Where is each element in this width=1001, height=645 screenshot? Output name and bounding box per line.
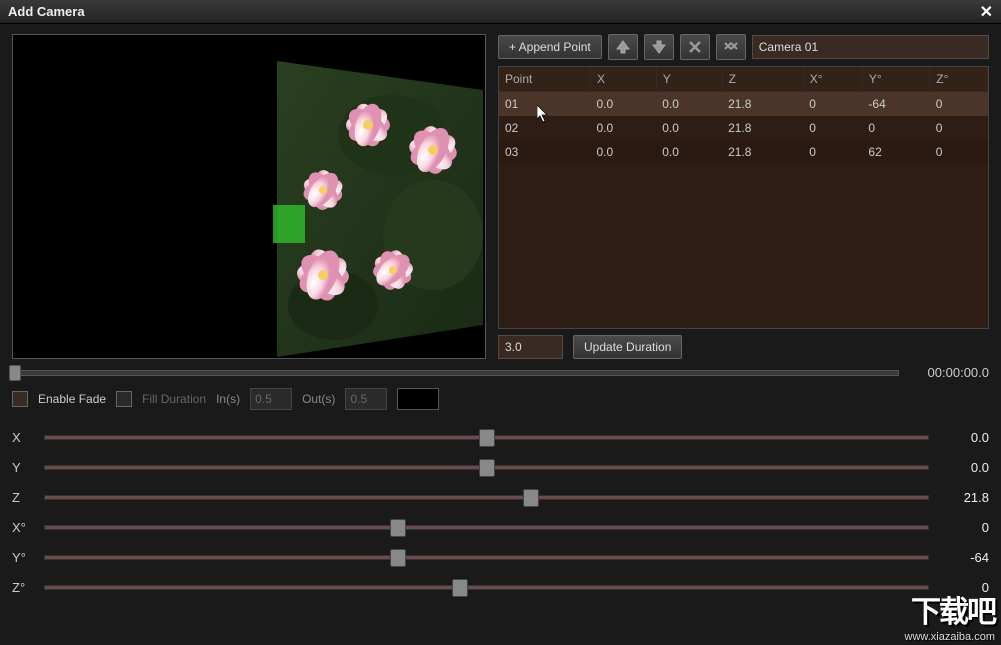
slider-thumb[interactable]	[452, 579, 468, 597]
fade-in-label: In(s)	[216, 392, 240, 406]
fill-duration-label: Fill Duration	[142, 392, 206, 406]
slider-value: 0.0	[941, 430, 989, 445]
table-cell: 0.0	[590, 116, 656, 140]
enable-fade-label: Enable Fade	[38, 392, 106, 406]
table-cell: 21.8	[722, 92, 803, 117]
title-bar: Add Camera ✕	[0, 0, 1001, 24]
timeline-slider[interactable]	[12, 370, 899, 376]
table-cell: 21.8	[722, 140, 803, 164]
points-table[interactable]: PointXYZX°Y°Z° 010.00.021.80-640020.00.0…	[498, 66, 989, 329]
fade-out-label: Out(s)	[302, 392, 335, 406]
slider-X[interactable]	[44, 435, 929, 440]
column-header[interactable]: Y°	[862, 67, 929, 92]
table-cell: 21.8	[722, 116, 803, 140]
table-cell: 0.0	[590, 92, 656, 117]
table-cell: 0	[803, 92, 862, 117]
slider-label: Y°	[12, 550, 32, 565]
watermark-text: 下载吧	[905, 587, 995, 631]
slider-label: X	[12, 430, 32, 445]
slider-thumb[interactable]	[390, 549, 406, 567]
table-cell: 01	[499, 92, 590, 117]
window-title: Add Camera	[8, 4, 85, 19]
slider-value: -64	[941, 550, 989, 565]
table-cell: 62	[862, 140, 929, 164]
slider-label: Y	[12, 460, 32, 475]
slider-value: 21.8	[941, 490, 989, 505]
fill-duration-checkbox[interactable]	[116, 391, 132, 407]
timeline-thumb[interactable]	[9, 365, 21, 381]
table-cell: -64	[862, 92, 929, 117]
append-point-button[interactable]: + Append Point	[498, 35, 602, 59]
slider-Ydeg[interactable]	[44, 555, 929, 560]
slider-label: X°	[12, 520, 32, 535]
slider-thumb[interactable]	[523, 489, 539, 507]
fade-color-swatch[interactable]	[397, 388, 439, 410]
delete-point-button[interactable]	[680, 34, 710, 60]
preview-viewport[interactable]	[12, 34, 486, 359]
table-row[interactable]: 020.00.021.8000	[499, 116, 988, 140]
column-header[interactable]: Point	[499, 67, 590, 92]
table-cell: 0	[862, 116, 929, 140]
update-duration-button[interactable]: Update Duration	[573, 335, 682, 359]
table-cell: 0	[930, 140, 988, 164]
column-header[interactable]: X	[590, 67, 656, 92]
slider-thumb[interactable]	[390, 519, 406, 537]
column-header[interactable]: Z	[722, 67, 803, 92]
slider-thumb[interactable]	[479, 429, 495, 447]
move-up-button[interactable]	[608, 34, 638, 60]
slider-thumb[interactable]	[479, 459, 495, 477]
duration-input[interactable]	[498, 335, 563, 359]
slider-Zdeg[interactable]	[44, 585, 929, 590]
camera-name-input[interactable]	[752, 35, 989, 59]
slider-label: Z	[12, 490, 32, 505]
timecode-display: 00:00:00.0	[909, 365, 989, 380]
watermark: 下载吧 www.xiazaiba.com	[905, 587, 995, 643]
fade-out-input[interactable]	[345, 388, 387, 410]
table-cell: 0	[803, 140, 862, 164]
slider-Y[interactable]	[44, 465, 929, 470]
table-row[interactable]: 030.00.021.80620	[499, 140, 988, 164]
table-cell: 0	[930, 92, 988, 117]
table-cell: 0	[803, 116, 862, 140]
slider-Z[interactable]	[44, 495, 929, 500]
slider-value: 0.0	[941, 460, 989, 475]
table-cell: 0.0	[656, 140, 722, 164]
table-cell: 0.0	[656, 116, 722, 140]
table-cell: 0.0	[656, 92, 722, 117]
column-header[interactable]: Z°	[930, 67, 988, 92]
preview-image	[13, 35, 486, 359]
slider-value: 0	[941, 520, 989, 535]
watermark-url: www.xiazaiba.com	[905, 631, 995, 643]
fade-in-input[interactable]	[250, 388, 292, 410]
delete-all-button[interactable]	[716, 34, 746, 60]
table-cell: 0.0	[590, 140, 656, 164]
close-icon[interactable]: ✕	[980, 2, 993, 22]
slider-label: Z°	[12, 580, 32, 595]
column-header[interactable]: X°	[803, 67, 862, 92]
table-cell: 0	[930, 116, 988, 140]
column-header[interactable]: Y	[656, 67, 722, 92]
table-row[interactable]: 010.00.021.80-640	[499, 92, 988, 117]
enable-fade-checkbox[interactable]	[12, 391, 28, 407]
slider-Xdeg[interactable]	[44, 525, 929, 530]
table-cell: 03	[499, 140, 590, 164]
table-cell: 02	[499, 116, 590, 140]
move-down-button[interactable]	[644, 34, 674, 60]
